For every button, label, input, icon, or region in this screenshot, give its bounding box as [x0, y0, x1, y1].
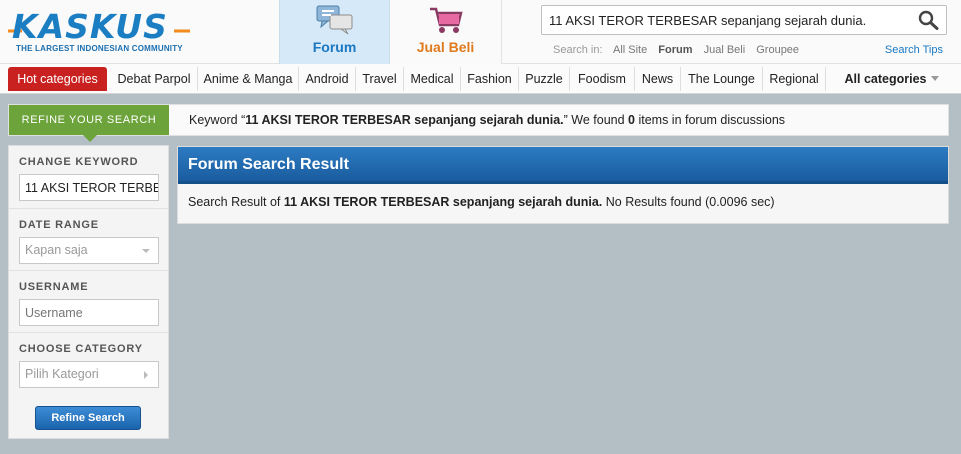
tab-forum[interactable]: Forum: [279, 0, 390, 64]
category-anime-manga[interactable]: Anime & Manga: [198, 67, 299, 91]
result-text-suffix: No Results found (0.0096 sec): [602, 195, 775, 209]
scope-forum[interactable]: Forum: [658, 44, 692, 56]
category-regional[interactable]: Regional: [763, 67, 826, 91]
keyword-summary: Keyword “11 AKSI TEROR TERBESAR sepanjan…: [189, 105, 785, 135]
refine-bar: REFINE YOUR SEARCH Keyword “11 AKSI TERO…: [8, 104, 949, 142]
category-nav: Hot categories Debat Parpol Anime & Mang…: [0, 64, 961, 94]
result-title: Forum Search Result: [178, 147, 948, 184]
category-news[interactable]: News: [635, 67, 681, 91]
search-scope-label: Search in:: [553, 44, 603, 56]
kaskus-logo[interactable]: KASKUS THE LARGEST INDONESIAN COMMUNITY: [8, 10, 193, 56]
category-android[interactable]: Android: [299, 67, 356, 91]
search-icon[interactable]: [918, 10, 940, 30]
keyword-input[interactable]: [19, 174, 159, 201]
logo-tagline: THE LARGEST INDONESIAN COMMUNITY: [16, 44, 183, 53]
scope-jual-beli[interactable]: Jual Beli: [704, 44, 746, 56]
forum-chat-icon: [316, 5, 352, 35]
date-range-select[interactable]: Kapan saja: [19, 237, 159, 264]
date-range-value: Kapan saja: [25, 243, 88, 257]
change-keyword-title: CHANGE KEYWORD: [19, 156, 139, 168]
result-text: Search Result of 11 AKSI TEROR TERBESAR …: [188, 195, 775, 209]
chevron-down-icon: [931, 76, 940, 81]
scope-all-site[interactable]: All Site: [613, 44, 647, 56]
refine-sidebar: CHANGE KEYWORD DATE RANGE Kapan saja USE…: [8, 145, 169, 439]
search-scope: Search in: All Site Forum Jual Beli Grou…: [553, 44, 807, 56]
chevron-down-icon: [142, 249, 150, 253]
date-range-section: DATE RANGE Kapan saja: [9, 208, 168, 270]
tab-jual-beli[interactable]: Jual Beli: [390, 0, 502, 64]
category-foodism[interactable]: Foodism: [570, 67, 635, 91]
change-keyword-section: CHANGE KEYWORD: [9, 146, 168, 208]
site-search-box: [541, 5, 947, 35]
result-text-prefix: Search Result of: [188, 195, 284, 209]
hot-categories-button[interactable]: Hot categories: [8, 67, 107, 91]
category-travel[interactable]: Travel: [356, 67, 404, 91]
category-fashion[interactable]: Fashion: [461, 67, 519, 91]
refine-search-button[interactable]: Refine Search: [35, 406, 141, 430]
search-tips-link[interactable]: Search Tips: [885, 44, 943, 56]
username-title: USERNAME: [19, 281, 89, 293]
scope-groupee[interactable]: Groupee: [756, 44, 799, 56]
category-the-lounge[interactable]: The Lounge: [681, 67, 763, 91]
category-select[interactable]: Pilih Kategori: [19, 361, 159, 388]
summary-keyword: 11 AKSI TEROR TERBESAR sepanjang sejarah…: [245, 113, 564, 127]
choose-category-section: CHOOSE CATEGORY Pilih Kategori: [9, 332, 168, 394]
category-medical[interactable]: Medical: [404, 67, 461, 91]
shopping-cart-icon: [429, 7, 463, 33]
date-range-title: DATE RANGE: [19, 219, 99, 231]
tab-forum-label: Forum: [312, 39, 357, 55]
username-input[interactable]: [19, 299, 159, 326]
category-value: Pilih Kategori: [25, 367, 99, 381]
logo-wordmark: KASKUS: [12, 7, 168, 46]
username-section: USERNAME: [9, 270, 168, 332]
summary-mid: ” We found: [563, 113, 629, 127]
refine-your-search-label: REFINE YOUR SEARCH: [9, 105, 169, 142]
summary-suffix: items in forum discussions: [635, 113, 786, 127]
tab-jual-beli-label: Jual Beli: [416, 39, 475, 55]
choose-category-title: CHOOSE CATEGORY: [19, 343, 143, 355]
summary-prefix: Keyword “: [189, 113, 246, 127]
summary-count: 0: [628, 113, 635, 127]
all-categories-label: All categories: [844, 72, 927, 86]
category-debat-parpol[interactable]: Debat Parpol: [111, 67, 198, 91]
site-header: KASKUS THE LARGEST INDONESIAN COMMUNITY …: [0, 0, 961, 64]
chevron-right-icon: [144, 371, 148, 379]
result-text-keyword: 11 AKSI TEROR TERBESAR sepanjang sejarah…: [283, 195, 603, 209]
forum-search-result-panel: Forum Search Result Search Result of 11 …: [177, 146, 949, 224]
category-puzzle[interactable]: Puzzle: [519, 67, 570, 91]
all-categories-dropdown[interactable]: All categories: [838, 67, 946, 91]
site-search-input[interactable]: [542, 6, 912, 34]
